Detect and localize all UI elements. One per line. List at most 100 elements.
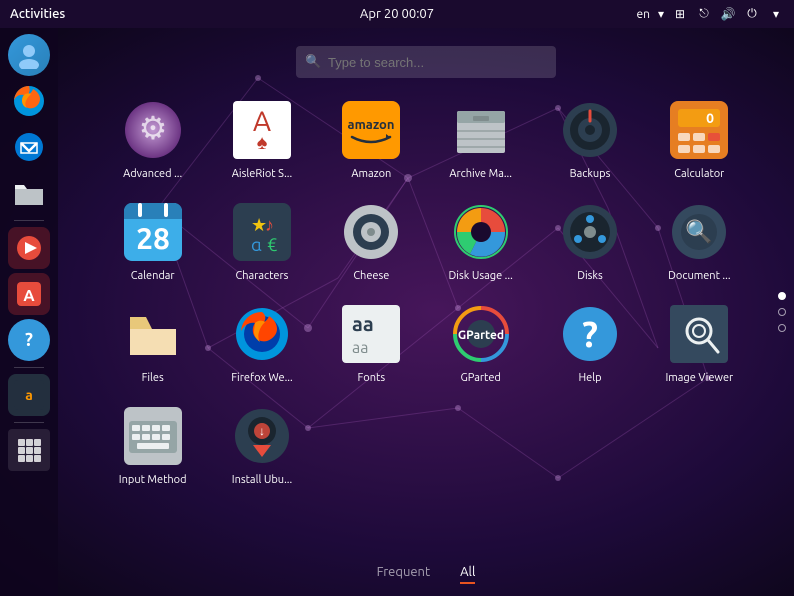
search-wrapper: 🔍	[296, 46, 556, 78]
app-icon-amazon: amazon	[339, 98, 403, 162]
app-icon-gparted: GParted	[449, 302, 513, 366]
svg-text:a: a	[25, 387, 33, 403]
tab-frequent[interactable]: Frequent	[377, 565, 430, 584]
app-item-firefox[interactable]: Firefox We...	[207, 294, 316, 392]
volume-icon[interactable]: 🔊	[720, 6, 736, 22]
app-icon-document: 🔍	[667, 200, 731, 264]
app-icon-disks	[558, 200, 622, 264]
app-item-backups[interactable]: Backups	[535, 90, 644, 188]
scroll-dot-3[interactable]	[778, 324, 786, 332]
bluetooth-icon[interactable]: ⎋	[696, 6, 712, 22]
scroll-dot-2[interactable]	[778, 308, 786, 316]
tab-all[interactable]: All	[460, 565, 475, 584]
svg-text:♪: ♪	[265, 215, 274, 235]
svg-text:€: €	[267, 235, 277, 255]
app-item-characters[interactable]: ★♪α€ Characters	[207, 192, 316, 290]
topbar-right-icons: en ▾ ⊞ ⎋ 🔊 ⏻ ▾	[636, 6, 784, 22]
app-icon-imageviewer	[667, 302, 731, 366]
dropdown-icon[interactable]: ▾	[658, 7, 664, 21]
sidebar-item-rhythmbox[interactable]	[8, 227, 50, 269]
app-label-amazon: Amazon	[351, 168, 391, 180]
app-label-fonts: Fonts	[358, 372, 386, 384]
app-label-document: Document ...	[668, 270, 730, 282]
sidebar-item-thunderbird[interactable]	[8, 126, 50, 168]
sidebar-item-software[interactable]: A	[8, 273, 50, 315]
svg-text:♠: ♠	[257, 130, 268, 153]
power-icon[interactable]: ⏻	[744, 6, 760, 22]
activities-button[interactable]: Activities	[10, 7, 65, 21]
app-label-advanced: Advanced ...	[123, 168, 182, 180]
svg-text:↓: ↓	[259, 425, 265, 438]
sidebar-item-firefox[interactable]	[8, 80, 50, 122]
app-item-installubu[interactable]: ↓Install Ubu...	[207, 396, 316, 494]
svg-text:28: 28	[136, 221, 170, 255]
app-item-help[interactable]: ? Help	[535, 294, 644, 392]
app-label-calendar: Calendar	[131, 270, 175, 282]
network-icon[interactable]: ⊞	[672, 6, 688, 22]
app-icon-diskusage	[449, 200, 513, 264]
app-icon-firefox	[230, 302, 294, 366]
svg-text:aa: aa	[352, 312, 374, 335]
svg-text:0: 0	[706, 110, 714, 126]
app-label-firefox: Firefox We...	[231, 372, 292, 384]
app-item-inputmethod[interactable]: Input Method	[98, 396, 207, 494]
svg-text:A: A	[23, 287, 35, 305]
app-item-disks[interactable]: Disks	[535, 192, 644, 290]
sidebar-item-account[interactable]	[8, 34, 50, 76]
app-icon-advanced: ⚙	[121, 98, 185, 162]
tabs-bar: Frequent All	[58, 555, 794, 596]
app-item-calculator[interactable]: 0Calculator	[645, 90, 754, 188]
content-area: 🔍 ⚙ Advanced ... A♠ AisleRiot S... amazon Ama…	[58, 28, 794, 596]
app-icon-archive	[449, 98, 513, 162]
app-label-imageviewer: Image Viewer	[665, 372, 733, 384]
app-item-gparted[interactable]: GParted GParted	[426, 294, 535, 392]
app-icon-backups	[558, 98, 622, 162]
dropdown-arrow[interactable]: ▾	[768, 6, 784, 22]
main-container: A ? a	[0, 28, 794, 596]
app-item-diskusage[interactable]: Disk Usage ...	[426, 192, 535, 290]
app-label-archive: Archive Ma...	[449, 168, 512, 180]
apps-grid: ⚙ Advanced ... A♠ AisleRiot S... amazon Amazo…	[58, 90, 794, 555]
app-item-files[interactable]: Files	[98, 294, 207, 392]
sidebar-item-amazon[interactable]: a	[8, 374, 50, 416]
app-item-cheese[interactable]: Cheese	[317, 192, 426, 290]
svg-text:α: α	[251, 235, 262, 255]
app-item-fonts[interactable]: aa aa Fonts	[317, 294, 426, 392]
sidebar-divider-1	[14, 220, 44, 221]
app-label-characters: Characters	[236, 270, 289, 282]
app-label-disks: Disks	[577, 270, 603, 282]
app-item-imageviewer[interactable]: Image Viewer	[645, 294, 754, 392]
app-item-document[interactable]: 🔍 Document ...	[645, 192, 754, 290]
sidebar-item-show-apps[interactable]	[8, 429, 50, 471]
app-icon-characters: ★♪α€	[230, 200, 294, 264]
app-label-cheese: Cheese	[353, 270, 389, 282]
svg-text:GParted: GParted	[458, 328, 504, 342]
svg-text:?: ?	[25, 330, 33, 350]
app-item-amazon[interactable]: amazon Amazon	[317, 90, 426, 188]
topbar: Activities Apr 20 00:07 en ▾ ⊞ ⎋ 🔊 ⏻ ▾	[0, 0, 794, 28]
app-label-aisleriot: AisleRiot S...	[232, 168, 292, 180]
sidebar: A ? a	[0, 28, 58, 596]
scroll-indicators	[778, 292, 786, 332]
app-label-files: Files	[142, 372, 164, 384]
app-icon-calendar: 28	[121, 200, 185, 264]
svg-text:amazon: amazon	[348, 118, 395, 132]
scroll-dot-1[interactable]	[778, 292, 786, 300]
app-item-calendar[interactable]: 28 Calendar	[98, 192, 207, 290]
app-item-aisleriot[interactable]: A♠ AisleRiot S...	[207, 90, 316, 188]
app-icon-help: ?	[558, 302, 622, 366]
sidebar-divider-2	[14, 367, 44, 368]
app-item-archive[interactable]: Archive Ma...	[426, 90, 535, 188]
app-item-advanced[interactable]: ⚙ Advanced ...	[98, 90, 207, 188]
sidebar-item-files[interactable]	[8, 172, 50, 214]
app-icon-aisleriot: A♠	[230, 98, 294, 162]
svg-text:?: ?	[582, 313, 598, 354]
sidebar-item-help[interactable]: ?	[8, 319, 50, 361]
app-label-help: Help	[578, 372, 601, 384]
app-label-diskusage: Disk Usage ...	[449, 270, 513, 282]
svg-text:aa: aa	[352, 339, 368, 357]
app-label-gparted: GParted	[460, 372, 500, 384]
search-input[interactable]	[296, 46, 556, 78]
locale-indicator: en	[636, 8, 649, 21]
app-label-backups: Backups	[570, 168, 611, 180]
